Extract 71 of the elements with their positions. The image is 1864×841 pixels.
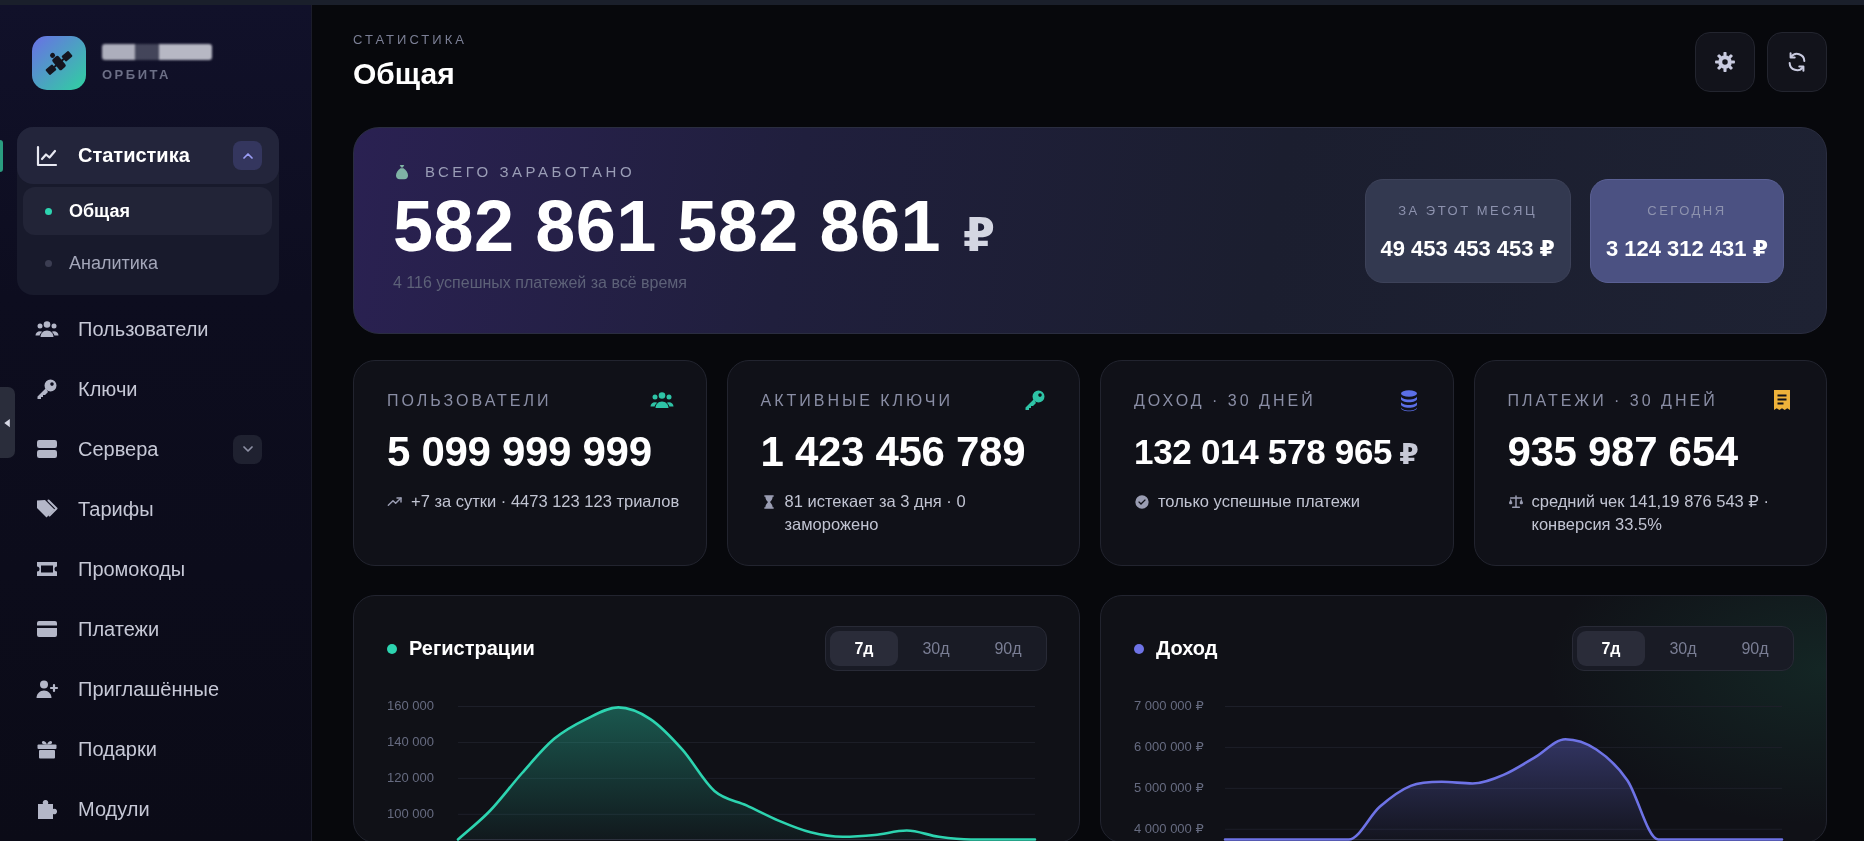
total-note: 4 116 успешных платежей за всё время — [393, 273, 687, 293]
submenu-item[interactable]: Аналитика — [23, 239, 272, 287]
period-card[interactable]: СЕГОДНЯ 3 124 312 431 ₽ — [1589, 178, 1784, 283]
axis-label: 6 000 000 ₽ — [1134, 738, 1204, 754]
nav-item[interactable]: Приглашённые — [17, 659, 279, 719]
settings-button[interactable] — [1695, 32, 1755, 92]
expand-toggle[interactable] — [233, 141, 262, 170]
range-tab[interactable]: 30д — [1649, 631, 1717, 666]
axis-label: 140 000 — [387, 733, 434, 749]
stat-value: 1 423 456 789 — [760, 428, 1026, 476]
line-chart-icon — [35, 143, 59, 168]
range-tab[interactable]: 7д — [830, 631, 898, 666]
refresh-icon — [1786, 51, 1808, 73]
axis-label: 120 000 — [387, 769, 434, 785]
period-value: 3 124 312 431 ₽ — [1605, 235, 1768, 262]
stat-note: средний чек 141,19 876 543 ₽ · конверсия 33.5% — [1531, 491, 1770, 535]
range-tab[interactable]: 90д — [974, 631, 1042, 666]
nav-item[interactable]: Сервера — [17, 419, 279, 479]
nav-item[interactable]: Модули — [17, 779, 279, 839]
stat-note: +7 за сутки · 4473 123 123 триалов — [411, 491, 680, 512]
stat-label: ДОХОД · 30 ДНЕЙ — [1134, 390, 1316, 410]
submenu-item[interactable]: Общая — [23, 187, 272, 235]
expand-toggle[interactable] — [233, 434, 262, 464]
brand-caption: ОРБИТА — [102, 66, 172, 83]
period-label: СЕГОДНЯ — [1647, 202, 1727, 219]
currency-sign: ₽ — [1399, 441, 1419, 469]
chart-title: Доход — [1156, 637, 1218, 660]
total-amount: 582 861 582 861 — [393, 190, 942, 262]
nav-item[interactable]: Пользователи — [17, 299, 279, 359]
breadcrumb: СТАТИСТИКА — [353, 32, 467, 48]
range-tab[interactable]: 90д — [1721, 631, 1789, 666]
key-icon — [1023, 388, 1047, 412]
settings-icon — [1714, 51, 1736, 73]
period-card[interactable]: ЗА ЭТОТ МЕСЯЦ 49 453 453 453 ₽ — [1364, 178, 1571, 283]
range-tab[interactable]: 30д — [902, 631, 970, 666]
bullet-icon — [45, 207, 52, 215]
collapse-handle[interactable] — [0, 387, 15, 458]
stat-note: только успешные платежи — [1158, 491, 1360, 512]
axis-label: 4 000 000 ₽ — [1134, 820, 1204, 836]
stat-label: ПЛАТЕЖИ · 30 ДНЕЙ — [1507, 390, 1718, 410]
axis-label: 5 000 000 ₽ — [1134, 779, 1204, 795]
axis-label: 160 000 — [387, 697, 434, 713]
range-tab[interactable]: 7д — [1577, 631, 1645, 666]
currency-sign: ₽ — [963, 212, 996, 258]
satellite-logo-icon — [32, 36, 86, 90]
stat-value: 5 099 999 999 — [387, 428, 652, 476]
nav-item[interactable]: Тарифы — [17, 479, 279, 539]
server-icon — [35, 437, 59, 461]
nav-item[interactable]: Подарки — [17, 719, 279, 779]
total-label: ВСЕГО ЗАРАБОТАНО — [425, 163, 636, 181]
nav-item[interactable]: Ключи — [17, 359, 279, 419]
axis-label: 7 000 000 ₽ — [1134, 697, 1204, 713]
stat-value: 132 014 578 965 — [1134, 431, 1393, 473]
period-value: 49 453 453 453 ₽ — [1380, 235, 1555, 262]
stat-value: 935 987 654 — [1507, 428, 1738, 476]
period-label: ЗА ЭТОТ МЕСЯЦ — [1398, 202, 1538, 219]
scales-icon — [1507, 494, 1524, 510]
active-indicator — [0, 140, 3, 172]
nav-item[interactable]: Промокоды — [17, 539, 279, 599]
stat-label: АКТИВНЫЕ КЛЮЧИ — [760, 390, 953, 410]
axis-label: 100 000 — [387, 805, 434, 821]
key-icon — [35, 377, 59, 401]
money-bag-icon — [393, 163, 411, 181]
stat-label: ПОЛЬЗОВАТЕЛИ — [387, 390, 552, 410]
nav-item[interactable]: Платежи — [17, 599, 279, 659]
stat-note: 81 истекает за 3 дня · 0 заморожено — [784, 491, 967, 535]
page-title: Общая — [353, 56, 455, 92]
refresh-button[interactable] — [1767, 32, 1827, 92]
chart-title: Регистрации — [409, 637, 535, 660]
puzzle-icon — [35, 797, 59, 821]
bullet-icon — [45, 259, 52, 267]
